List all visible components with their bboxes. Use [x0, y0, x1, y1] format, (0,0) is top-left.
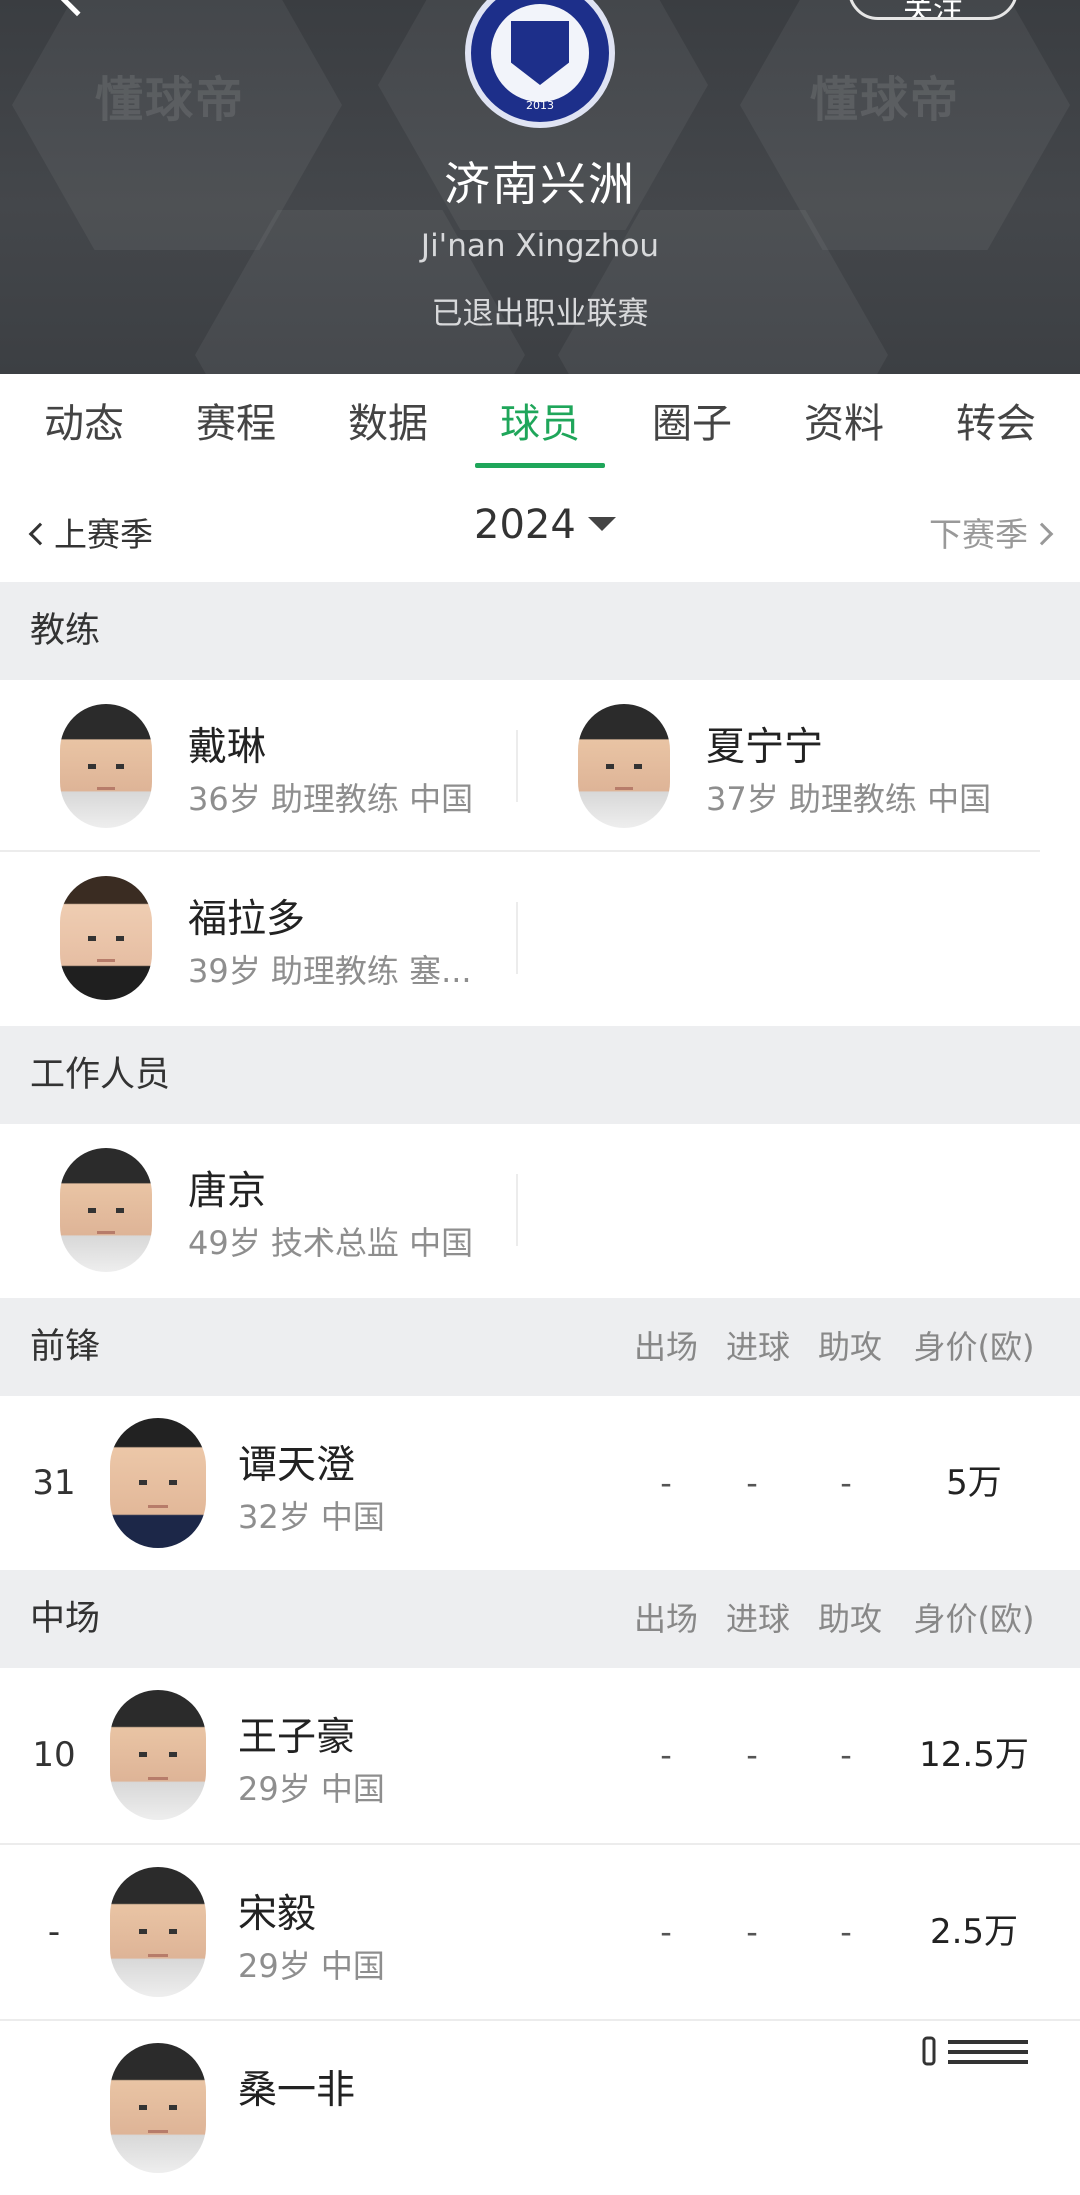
chevron-right-icon: [1030, 522, 1054, 545]
section-forwards: 前锋 出场 进球 助攻 身价(欧): [0, 1298, 1080, 1396]
avatar: [110, 1418, 206, 1548]
player-name: 谭天澄: [238, 1443, 356, 1488]
player-name: 桑一非: [238, 2068, 356, 2113]
column-appearances: 出场: [633, 1328, 698, 1366]
avatar: [60, 704, 152, 828]
column-appearances: 出场: [633, 1600, 698, 1638]
player-info: 29岁 中国: [238, 1770, 385, 1808]
avatar: [578, 704, 670, 828]
section-title: 工作人员: [30, 1055, 171, 1095]
next-season-button[interactable]: 下赛季: [929, 508, 1054, 556]
tab-players[interactable]: 球员: [464, 374, 616, 478]
player-appearances: -: [660, 1913, 672, 1951]
section-title: 前锋: [30, 1327, 101, 1367]
caret-down-icon: [587, 517, 616, 531]
team-logo-shield: [511, 21, 569, 85]
tab-info[interactable]: 资料: [768, 374, 920, 478]
avatar: [60, 1148, 152, 1272]
staff-name: 唐京: [188, 1169, 267, 1214]
staff-name: 夏宁宁: [706, 725, 824, 770]
tab-schedule[interactable]: 赛程: [160, 374, 312, 478]
player-assists: -: [840, 1736, 852, 1774]
staff-card[interactable]: 夏宁宁 37岁 助理教练 中国: [518, 680, 1036, 850]
team-logo: 2013: [465, 0, 615, 128]
previous-season-button[interactable]: 上赛季: [28, 508, 153, 556]
column-assists: 助攻: [817, 1328, 882, 1366]
section-title: 中场: [30, 1599, 101, 1639]
follow-button[interactable]: 关注: [848, 0, 1018, 20]
staff-info: 36岁 助理教练 中国: [188, 780, 474, 818]
player-assists: -: [840, 1913, 852, 1951]
player-market-value: 2.5万: [929, 1912, 1019, 1952]
staff-info: 37岁 助理教练 中国: [706, 780, 992, 818]
watermark-right: 懂球帝: [810, 72, 961, 128]
staff-info: 49岁 技术总监 中国: [188, 1224, 474, 1262]
staff-name: 福拉多: [188, 897, 306, 942]
player-number: 31: [32, 1463, 76, 1503]
previous-season-label: 上赛季: [54, 515, 153, 554]
section-staff: 工作人员: [0, 1026, 1080, 1124]
player-info: 32岁 中国: [238, 1498, 385, 1536]
team-header: 懂球帝 懂球帝 关注 2013 济南兴洲 Ji'nan Xingzhou 已退出…: [0, 0, 1080, 374]
player-appearances: -: [660, 1464, 672, 1502]
player-row[interactable]: 31 谭天澄 32岁 中国 - - - 5万: [0, 1396, 1080, 1570]
player-name: 王子豪: [238, 1715, 356, 1760]
tab-transfers[interactable]: 转会: [920, 374, 1072, 478]
tab-bar: 动态 赛程 数据 球员 圈子 资料 转会: [0, 374, 1080, 478]
staff-card[interactable]: 唐京 49岁 技术总监 中国: [0, 1124, 518, 1294]
next-season-label: 下赛季: [929, 515, 1028, 554]
player-market-value: 5万: [946, 1463, 1002, 1503]
player-name: 宋毅: [238, 1892, 317, 1937]
team-logo-inner: [491, 4, 589, 102]
avatar: [110, 2043, 206, 2173]
column-market-value: 身价(欧): [913, 1600, 1035, 1638]
menu-lines-icon[interactable]: [918, 2030, 1042, 2084]
section-title: 教练: [30, 611, 101, 651]
staff-card[interactable]: 福拉多 39岁 助理教练 塞...: [0, 852, 518, 1022]
player-row[interactable]: - 宋毅 29岁 中国 - - - 2.5万: [0, 1845, 1080, 2019]
card-divider: [516, 902, 518, 974]
avatar: [110, 1867, 206, 1997]
column-market-value: 身价(欧): [913, 1328, 1035, 1366]
player-assists: -: [840, 1464, 852, 1502]
tab-community[interactable]: 圈子: [616, 374, 768, 478]
team-status: 已退出职业联赛: [431, 296, 649, 332]
column-goals: 进球: [725, 1600, 790, 1638]
season-selector: 上赛季 2024 下赛季: [0, 478, 1080, 582]
player-number: 10: [32, 1735, 76, 1775]
player-goals: -: [746, 1736, 758, 1774]
staff-name: 戴琳: [188, 725, 267, 770]
team-name-english: Ji'nan Xingzhou: [420, 228, 660, 264]
player-market-value: 12.5万: [919, 1735, 1029, 1775]
player-goals: -: [746, 1464, 758, 1502]
column-goals: 进球: [725, 1328, 790, 1366]
watermark-left: 懂球帝: [95, 72, 246, 128]
section-coaches: 教练: [0, 582, 1080, 680]
team-logo-year: 2013: [526, 99, 554, 112]
chevron-left-icon: [28, 522, 52, 545]
tab-news[interactable]: 动态: [8, 374, 160, 478]
player-goals: -: [746, 1913, 758, 1951]
avatar: [60, 876, 152, 1000]
card-divider: [516, 1174, 518, 1246]
player-number: -: [47, 1912, 61, 1952]
column-assists: 助攻: [817, 1600, 882, 1638]
section-midfielders: 中场 出场 进球 助攻 身价(欧): [0, 1570, 1080, 1668]
team-name: 济南兴洲: [444, 157, 636, 211]
staff-card[interactable]: 戴琳 36岁 助理教练 中国: [0, 680, 518, 850]
season-year: 2024: [474, 502, 576, 548]
tab-stats[interactable]: 数据: [312, 374, 464, 478]
avatar: [110, 1690, 206, 1820]
player-appearances: -: [660, 1736, 672, 1774]
player-row[interactable]: 10 王子豪 29岁 中国 - - - 12.5万: [0, 1668, 1080, 1842]
season-dropdown[interactable]: 2024: [474, 502, 616, 548]
staff-info: 39岁 助理教练 塞...: [188, 952, 472, 990]
player-info: 29岁 中国: [238, 1947, 385, 1985]
